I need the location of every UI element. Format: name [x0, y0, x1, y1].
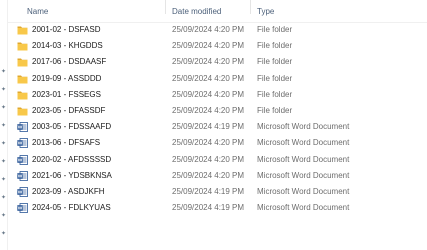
file-row[interactable]: W 2024-05 - FDLKYUAS 25/09/2024 4:19 PM Mic…: [7, 200, 427, 216]
column-header-name[interactable]: Name: [27, 7, 48, 17]
file-type: Microsoft Word Document: [257, 154, 350, 164]
word-document-icon: W: [17, 154, 28, 165]
file-date-modified: 25/09/2024 4:19 PM: [172, 203, 245, 213]
file-name: 2019-09 - ASSDDD: [32, 73, 102, 83]
file-type: File folder: [257, 41, 293, 51]
file-date-modified: 25/09/2024 4:20 PM: [172, 170, 245, 180]
file-row[interactable]: W 2003-05 - FDSSAAFD 25/09/2024 4:19 PM Mic…: [7, 119, 427, 135]
svg-text:W: W: [18, 173, 23, 179]
file-date-modified: 25/09/2024 4:19 PM: [172, 186, 245, 196]
file-row[interactable]: 2023-05 - DFASSDF 25/09/2024 4:20 PM File …: [7, 103, 427, 119]
file-date-modified: 25/09/2024 4:20 PM: [172, 73, 245, 83]
file-row[interactable]: 2017-06 - DSDAASF 25/09/2024 4:20 PM File …: [7, 54, 427, 70]
file-name: 2017-06 - DSDAASF: [32, 57, 107, 67]
folder-icon: [17, 106, 28, 116]
svg-text:W: W: [18, 206, 23, 212]
file-type: Microsoft Word Document: [257, 186, 350, 196]
file-date-modified: 25/09/2024 4:20 PM: [172, 89, 245, 99]
pin-icon[interactable]: ✦: [1, 123, 6, 129]
folder-icon: [17, 41, 28, 51]
file-name: 2021-06 - YDSBKNSA: [32, 170, 112, 180]
pin-icon[interactable]: ✦: [1, 105, 6, 111]
file-name: 2003-05 - FDSSAAFD: [32, 122, 112, 132]
file-row[interactable]: 2023-01 - FSSEGS 25/09/2024 4:20 PM File f…: [7, 87, 427, 103]
svg-text:W: W: [18, 125, 23, 131]
column-header-date-modified[interactable]: Date modified: [172, 7, 221, 17]
file-name: 2023-05 - DFASSDF: [32, 105, 106, 115]
pin-icon[interactable]: ✦: [1, 69, 6, 75]
folder-icon: [17, 74, 28, 84]
pin-icon[interactable]: ✦: [1, 213, 6, 219]
file-type: Microsoft Word Document: [257, 203, 350, 213]
word-document-icon: W: [17, 138, 28, 149]
file-type: File folder: [257, 57, 293, 67]
file-date-modified: 25/09/2024 4:20 PM: [172, 41, 245, 51]
file-name: 2023-09 - ASDJKFH: [32, 186, 105, 196]
column-header-type[interactable]: Type: [257, 7, 274, 17]
column-divider[interactable]: [165, 0, 166, 14]
column-header-bar: Name Date modified Type: [7, 0, 427, 23]
file-type: File folder: [257, 73, 293, 83]
folder-icon: [17, 57, 28, 67]
svg-text:W: W: [18, 141, 23, 147]
pin-icon[interactable]: ✦: [1, 87, 6, 93]
folder-icon: [17, 90, 28, 100]
file-date-modified: 25/09/2024 4:20 PM: [172, 138, 245, 148]
file-date-modified: 25/09/2024 4:20 PM: [172, 57, 245, 67]
file-row[interactable]: W 2020-02 - AFDSSSSD 25/09/2024 4:20 PM Mic…: [7, 152, 427, 168]
file-row[interactable]: 2019-09 - ASSDDD 25/09/2024 4:20 PM File f…: [7, 71, 427, 87]
file-type: Microsoft Word Document: [257, 170, 350, 180]
file-row[interactable]: 2001-02 - DSFASD 25/09/2024 4:20 PM File f…: [7, 22, 427, 38]
folder-icon: [17, 25, 28, 35]
file-type: File folder: [257, 25, 293, 34]
pin-icon[interactable]: ✦: [1, 195, 6, 201]
file-list: 2001-02 - DSFASD 25/09/2024 4:20 PM File f…: [7, 22, 427, 216]
pin-icon[interactable]: ✦: [1, 231, 6, 237]
pin-icon[interactable]: ✦: [1, 177, 6, 183]
file-row[interactable]: W 2023-09 - ASDJKFH 25/09/2024 4:19 PM Micr…: [7, 184, 427, 200]
file-date-modified: 25/09/2024 4:20 PM: [172, 25, 245, 34]
word-document-icon: W: [17, 170, 28, 181]
file-name: 2014-03 - KHGDDS: [32, 41, 103, 51]
file-type: Microsoft Word Document: [257, 138, 350, 148]
file-name: 2024-05 - FDLKYUAS: [32, 203, 111, 213]
file-row[interactable]: 2014-03 - KHGDDS 25/09/2024 4:20 PM File f…: [7, 38, 427, 54]
word-document-icon: W: [17, 186, 28, 197]
svg-text:W: W: [18, 157, 23, 163]
file-type: File folder: [257, 89, 293, 99]
column-divider[interactable]: [250, 0, 251, 14]
file-type: File folder: [257, 105, 293, 115]
file-row[interactable]: W 2021-06 - YDSBKNSA 25/09/2024 4:20 PM Mic…: [7, 168, 427, 184]
file-date-modified: 25/09/2024 4:19 PM: [172, 122, 245, 132]
pin-icon[interactable]: ✦: [1, 141, 6, 147]
word-document-icon: W: [17, 122, 28, 133]
file-date-modified: 25/09/2024 4:20 PM: [172, 105, 245, 115]
file-name: 2023-01 - FSSEGS: [32, 89, 101, 99]
file-name: 2020-02 - AFDSSSSD: [32, 154, 112, 164]
file-date-modified: 25/09/2024 4:20 PM: [172, 154, 245, 164]
file-name: 2013-06 - DFSAFS: [32, 138, 101, 148]
pin-icon[interactable]: ✦: [1, 159, 6, 165]
svg-text:W: W: [18, 190, 23, 196]
file-explorer-window: ✦ ✦ ✦ ✦ ✦ ✦ ✦ ✦ ✦ ✦ Name Date modified T…: [0, 0, 427, 250]
file-type: Microsoft Word Document: [257, 122, 350, 132]
file-name: 2001-02 - DSFASD: [32, 25, 101, 34]
file-row[interactable]: W 2013-06 - DFSAFS 25/09/2024 4:20 PM Micro…: [7, 135, 427, 151]
word-document-icon: W: [17, 203, 28, 213]
